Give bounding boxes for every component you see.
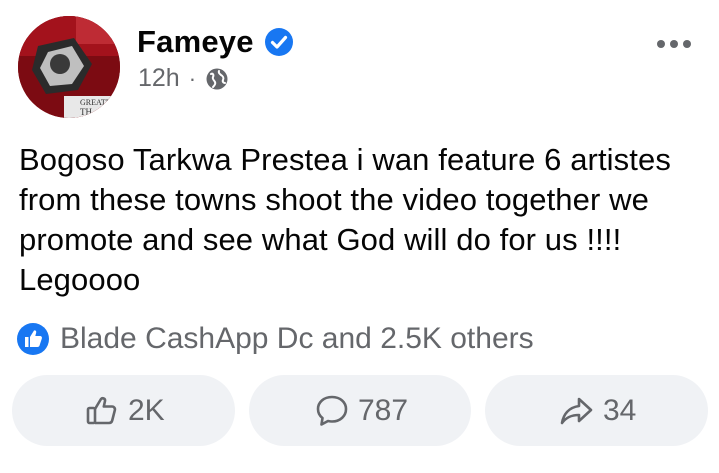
reactions-summary[interactable]: Blade CashApp Dc and 2.5K others bbox=[16, 322, 534, 356]
facebook-post: GREATER TH Fameye 12h · Bogoso Tarkwa Pr… bbox=[0, 0, 719, 473]
more-dot-icon bbox=[657, 40, 665, 48]
author-row: Fameye bbox=[137, 24, 294, 60]
post-meta: 12h · bbox=[138, 64, 229, 93]
like-count: 2K bbox=[127, 393, 165, 427]
reactions-text: Blade CashApp Dc and 2.5K others bbox=[60, 322, 534, 355]
post-timestamp[interactable]: 12h bbox=[138, 64, 180, 93]
share-button[interactable]: 34 bbox=[485, 375, 709, 446]
more-dot-icon bbox=[683, 40, 691, 48]
like-reaction-icon bbox=[16, 322, 50, 356]
share-icon bbox=[557, 391, 597, 431]
comment-button[interactable]: 787 bbox=[248, 375, 472, 446]
meta-separator: · bbox=[188, 65, 197, 91]
post-text: Bogoso Tarkwa Prestea i wan feature 6 ar… bbox=[19, 142, 671, 297]
post-actions: 2K 787 34 bbox=[12, 375, 709, 446]
more-dot-icon bbox=[670, 40, 678, 48]
verified-badge-icon bbox=[264, 27, 294, 57]
like-button[interactable]: 2K bbox=[12, 375, 235, 446]
share-count: 34 bbox=[602, 393, 637, 427]
author-name[interactable]: Fameye bbox=[137, 24, 254, 60]
more-options-button[interactable] bbox=[651, 34, 697, 54]
avatar-caption-bottom: TH bbox=[80, 107, 92, 117]
globe-icon[interactable] bbox=[205, 67, 229, 91]
thumbs-up-icon bbox=[82, 391, 122, 431]
avatar-caption-top: GREATER bbox=[80, 98, 117, 107]
comment-count: 787 bbox=[357, 393, 409, 427]
comment-icon bbox=[312, 391, 352, 431]
author-avatar[interactable]: GREATER TH bbox=[18, 16, 120, 118]
